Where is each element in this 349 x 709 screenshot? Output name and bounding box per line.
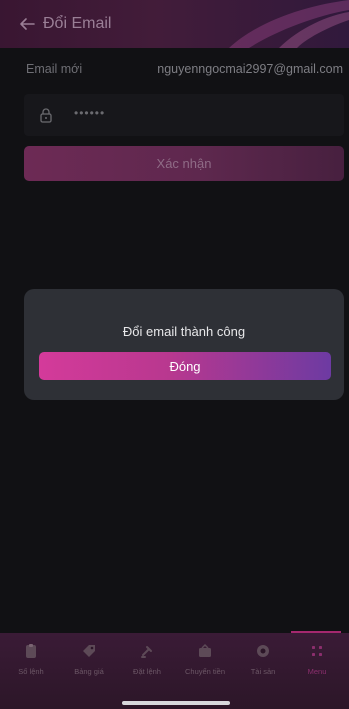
price-tag-icon xyxy=(83,645,95,657)
nav-item-price-board[interactable]: Bảng giá xyxy=(60,633,118,693)
home-indicator xyxy=(122,701,230,705)
nav-item-assets[interactable]: Tài sản xyxy=(234,633,292,693)
back-arrow-icon[interactable] xyxy=(16,13,38,35)
transfer-icon xyxy=(199,643,211,657)
dialog-message: Đổi email thành công xyxy=(122,324,246,339)
nav-label-orderbook: Sổ lệnh xyxy=(18,667,44,676)
nav-label-place-order: Đặt lệnh xyxy=(133,667,161,676)
success-dialog: Đổi email thành công Đóng xyxy=(24,289,344,400)
page-title: Đổi Email xyxy=(43,15,112,32)
menu-grid-icon xyxy=(312,646,322,656)
nav-item-transfer[interactable]: Chuyển tiền xyxy=(176,633,234,693)
nav-label-price-board: Bảng giá xyxy=(74,667,104,676)
screen: Đổi Email Email mới nguyenngocmai2997@gm… xyxy=(0,0,349,709)
nav-item-menu[interactable]: Menu xyxy=(288,633,346,693)
assets-icon xyxy=(257,645,269,657)
header: Đổi Email xyxy=(0,0,349,48)
nav-item-orderbook[interactable]: Sổ lệnh xyxy=(2,633,60,693)
nav-label-transfer: Chuyển tiền xyxy=(184,667,226,676)
nav-label-menu: Menu xyxy=(307,667,327,676)
password-field[interactable]: •••••• xyxy=(24,94,344,136)
bottom-nav: Sổ lệnh Bảng giá Đặt lệnh Chuyển tiền Tà… xyxy=(0,633,349,709)
orderbook-icon xyxy=(26,644,36,658)
close-dialog-button[interactable]: Đóng xyxy=(39,352,331,380)
password-value: •••••• xyxy=(74,106,106,120)
place-order-icon xyxy=(141,646,152,658)
nav-label-assets: Tài sản xyxy=(250,667,276,676)
new-email-label: Email mới xyxy=(26,62,83,76)
confirm-button[interactable]: Xác nhận xyxy=(24,146,344,181)
lock-icon xyxy=(40,108,52,123)
nav-item-place-order[interactable]: Đặt lệnh xyxy=(118,633,176,693)
new-email-value: nguyenngocmai2997@gmail.com xyxy=(157,62,343,76)
new-email-row: Email mới nguyenngocmai2997@gmail.com xyxy=(0,56,349,82)
